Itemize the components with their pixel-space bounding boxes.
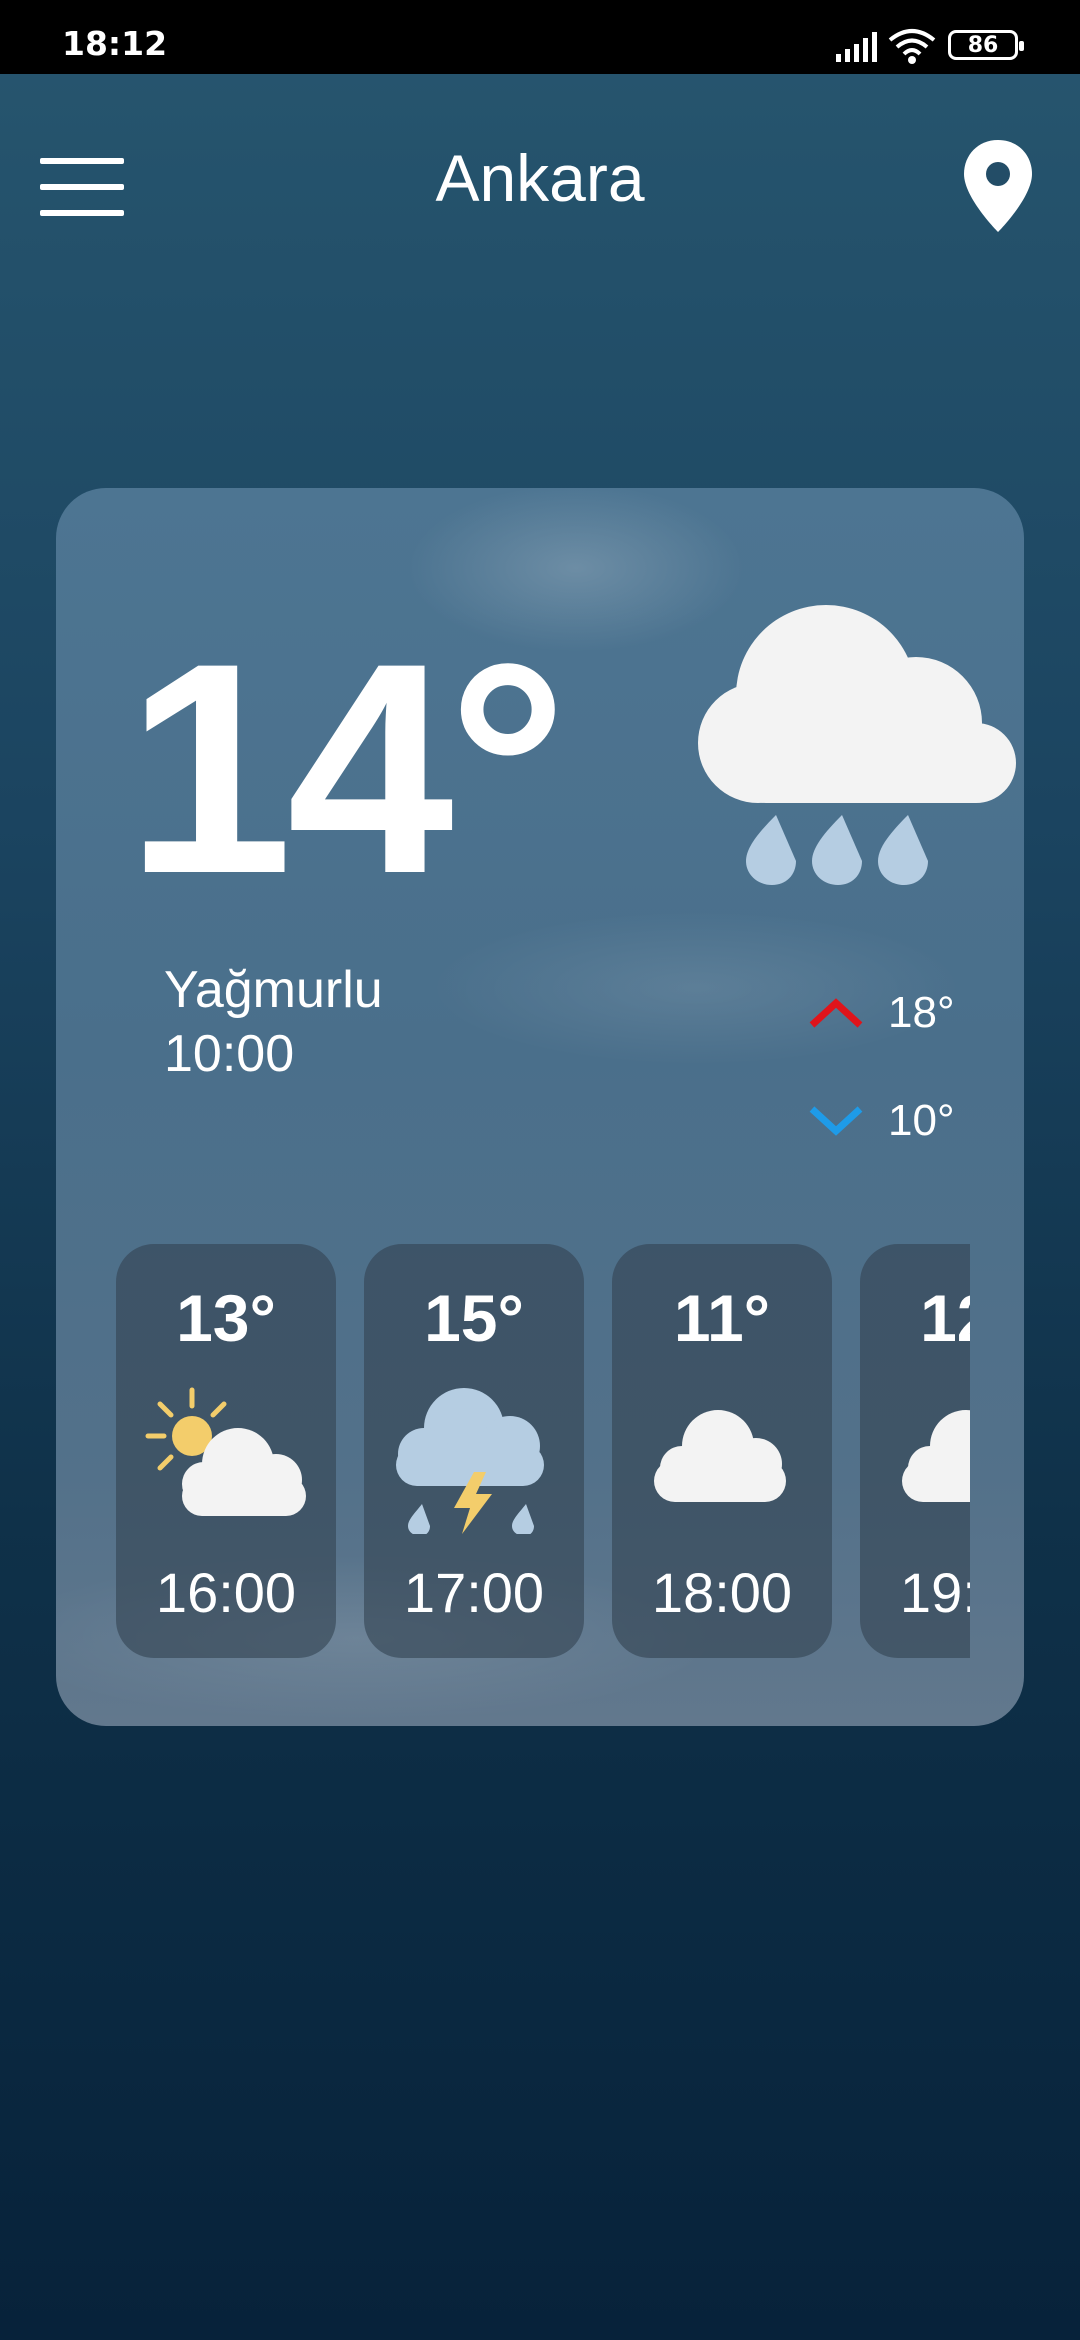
hourly-card[interactable]: 12° 19:00 [860, 1244, 970, 1658]
city-title: Ankara [435, 141, 645, 215]
condition-time: 10:00 [164, 1025, 295, 1083]
thunderstorm-icon [396, 1388, 544, 1534]
high-temperature: 18° [808, 988, 955, 1038]
current-temperature: 14° [126, 600, 568, 936]
hourly-temperature: 15° [424, 1281, 524, 1355]
cloud-icon [654, 1410, 786, 1502]
arrow-up-icon [809, 998, 863, 1028]
battery-icon: 86 [948, 30, 1024, 60]
hourly-forecast-list[interactable]: 13° 16:00 15° 17:00 11° 18:00 1 19 [116, 1244, 970, 1658]
hourly-time: 18:00 [651, 1561, 793, 1624]
condition-text: Yağmurlu [164, 961, 383, 1019]
status-time: 18:12 [62, 24, 168, 63]
rain-cloud-icon [698, 605, 1016, 885]
battery-level: 86 [967, 32, 999, 58]
hourly-time: 16:00 [155, 1561, 297, 1624]
hourly-temperature: 12° [920, 1281, 970, 1355]
hourly-time: 17:00 [403, 1561, 545, 1624]
hourly-card[interactable]: 15° 17:00 [364, 1244, 584, 1658]
location-pin-icon[interactable] [960, 138, 1036, 234]
status-bar: 18:12 86 [0, 0, 1080, 74]
cloud-icon [902, 1410, 970, 1502]
low-temperature: 10° [808, 1096, 955, 1146]
hourly-temperature: 11° [673, 1281, 771, 1355]
hourly-card[interactable]: 11° 18:00 [612, 1244, 832, 1658]
high-temperature-value: 18° [888, 988, 955, 1037]
hourly-card[interactable]: 13° 16:00 [116, 1244, 336, 1658]
arrow-down-icon [809, 1106, 863, 1136]
low-temperature-value: 10° [888, 1096, 955, 1145]
hourly-time: 19:00 [899, 1561, 970, 1624]
signal-icon [836, 32, 877, 62]
sun-cloud-icon [145, 1387, 306, 1516]
current-weather-card: 14° Yağmurlu 10:00 18° 10° 13° 16:00 15°… [56, 488, 1024, 1726]
hourly-temperature: 13° [176, 1281, 276, 1355]
wifi-icon [888, 29, 936, 64]
